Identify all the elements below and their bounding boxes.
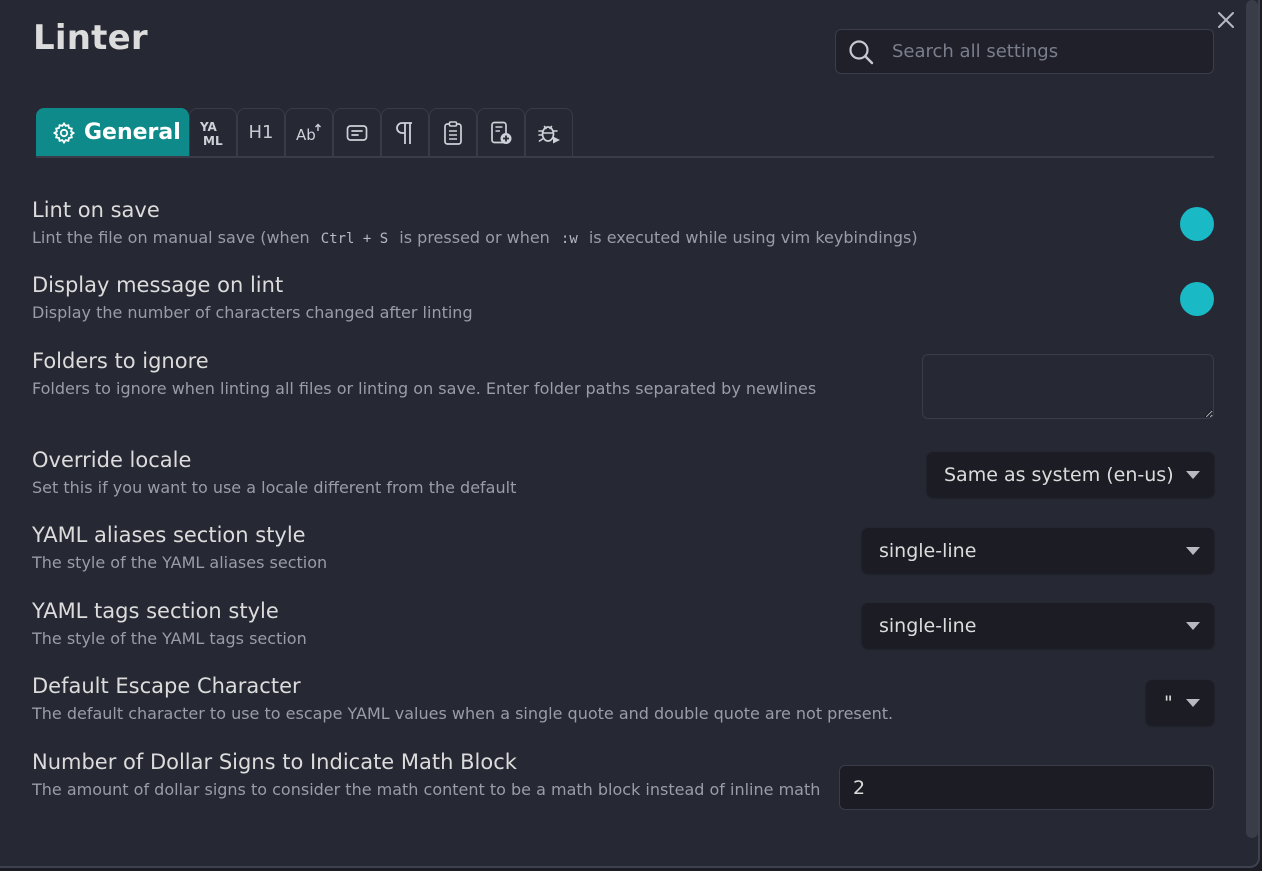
search-input[interactable] xyxy=(890,40,1194,63)
yaml-aliases-style-select[interactable]: single-line xyxy=(862,528,1214,573)
tab-general[interactable]: General xyxy=(36,108,189,156)
close-icon xyxy=(1218,12,1234,28)
custom-file-add-icon xyxy=(491,121,512,144)
keyboard-shortcut-code: Ctrl + S xyxy=(320,231,389,247)
setting-default-escape-character: Default Escape Character The default cha… xyxy=(32,672,893,725)
display-message-toggle[interactable] xyxy=(1180,282,1214,316)
override-locale-select[interactable]: Same as system (en-us) xyxy=(927,452,1214,497)
tab-heading[interactable]: H1 xyxy=(237,108,285,156)
tab-yaml[interactable]: YA ML xyxy=(189,108,237,156)
tab-paragraph[interactable] xyxy=(381,108,429,156)
default-escape-select[interactable]: " xyxy=(1146,680,1214,725)
vim-command-code: :w xyxy=(560,231,578,247)
setting-name: YAML tags section style xyxy=(32,599,279,623)
lint-on-save-toggle[interactable] xyxy=(1180,207,1214,241)
setting-name: Number of Dollar Signs to Indicate Math … xyxy=(32,750,517,774)
tab-content[interactable] xyxy=(333,108,381,156)
clipboard-icon xyxy=(444,120,462,145)
search-box[interactable] xyxy=(835,29,1214,74)
setting-description: Lint the file on manual save (when Ctrl … xyxy=(32,226,918,251)
svg-text:Ab: Ab xyxy=(296,126,316,144)
setting-name: Folders to ignore xyxy=(32,349,209,373)
tab-clipboard[interactable] xyxy=(429,108,477,156)
spelling-icon: Ab xyxy=(296,123,321,144)
setting-yaml-tags-style: YAML tags section style The style of the… xyxy=(32,597,307,650)
setting-display-message: Display message on lint Display the numb… xyxy=(32,271,473,324)
setting-name: Display message on lint xyxy=(32,273,284,297)
chevron-down-icon xyxy=(1186,546,1200,555)
description-text: is executed while using vim keybindings) xyxy=(588,228,918,247)
setting-lint-on-save: Lint on save Lint the file on manual sav… xyxy=(32,196,918,251)
svg-text:YA: YA xyxy=(199,120,218,134)
setting-override-locale: Override locale Set this if you want to … xyxy=(32,446,516,499)
setting-description: The style of the YAML tags section xyxy=(32,629,307,648)
setting-description: Display the number of characters changed… xyxy=(32,303,473,322)
setting-math-block-dollars: Number of Dollar Signs to Indicate Math … xyxy=(32,748,832,801)
chevron-down-icon xyxy=(1186,470,1200,479)
search-icon xyxy=(848,39,874,65)
setting-name: YAML aliases section style xyxy=(32,523,306,547)
tab-general-label: General xyxy=(84,120,181,145)
chevron-down-icon xyxy=(1186,621,1200,630)
select-value: single-line xyxy=(879,539,977,562)
select-value: single-line xyxy=(879,614,977,637)
yaml-icon: YA ML xyxy=(199,120,223,147)
tab-divider xyxy=(36,156,1214,158)
scrollbar[interactable] xyxy=(1246,0,1258,838)
setting-yaml-aliases-style: YAML aliases section style The style of … xyxy=(32,521,327,574)
tab-debug[interactable] xyxy=(525,108,573,156)
tab-spelling[interactable]: Ab xyxy=(285,108,333,156)
tab-custom-rules[interactable] xyxy=(477,108,525,156)
setting-name: Default Escape Character xyxy=(32,674,301,698)
heading-icon: H1 xyxy=(248,122,274,143)
chevron-down-icon xyxy=(1186,698,1200,707)
setting-description: The amount of dollar signs to consider t… xyxy=(32,780,821,799)
page-title: Linter xyxy=(33,18,148,58)
setting-description: Folders to ignore when linting all files… xyxy=(32,379,817,398)
description-text: Lint the file on manual save (when xyxy=(32,228,310,247)
gear-icon xyxy=(52,121,76,144)
select-value: " xyxy=(1164,691,1173,714)
folders-to-ignore-textarea[interactable] xyxy=(922,354,1214,419)
svg-text:ML: ML xyxy=(203,134,223,147)
setting-description: Set this if you want to use a locale dif… xyxy=(32,478,517,497)
content-icon xyxy=(346,124,368,141)
paragraph-icon xyxy=(396,121,412,144)
select-value: Same as system (en-us) xyxy=(944,463,1174,486)
description-text: is pressed or when xyxy=(399,228,550,247)
setting-description: The style of the YAML aliases section xyxy=(32,553,328,572)
setting-name: Override locale xyxy=(32,448,192,472)
tab-bar: General YA ML H1 Ab xyxy=(36,108,573,156)
setting-folders-to-ignore: Folders to ignore Folders to ignore when… xyxy=(32,347,862,400)
settings-modal: Linter General YA ML xyxy=(0,0,1260,868)
math-block-dollars-input[interactable] xyxy=(839,765,1214,810)
setting-description: The default character to use to escape Y… xyxy=(32,704,894,723)
debug-icon xyxy=(538,125,560,143)
yaml-tags-style-select[interactable]: single-line xyxy=(862,603,1214,648)
setting-name: Lint on save xyxy=(32,198,160,222)
close-button[interactable] xyxy=(1212,6,1240,34)
